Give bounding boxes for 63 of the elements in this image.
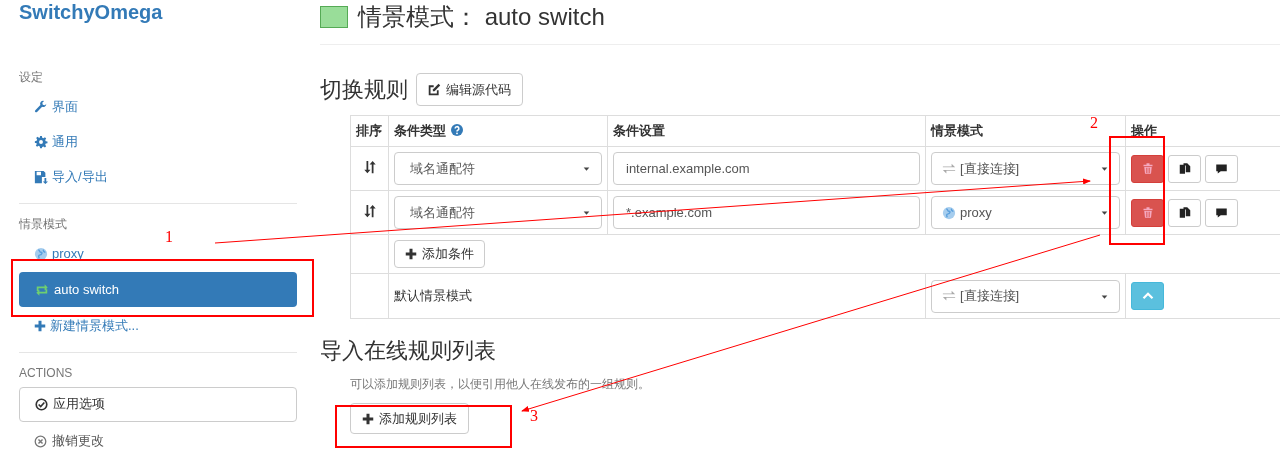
profile-color-icon bbox=[320, 6, 348, 28]
default-profile-label: 默认情景模式 bbox=[394, 288, 472, 303]
plus-icon bbox=[362, 412, 374, 425]
annotation-number: 3 bbox=[530, 407, 538, 425]
sidebar-item[interactable]: 导入/导出 bbox=[19, 159, 118, 195]
globe-icon bbox=[942, 205, 956, 220]
clone-button[interactable] bbox=[1168, 154, 1201, 183]
column-header: 情景模式 bbox=[931, 123, 983, 138]
clone-button[interactable] bbox=[1168, 198, 1201, 227]
delete-button[interactable] bbox=[1131, 154, 1164, 183]
help-icon bbox=[451, 124, 463, 136]
sidebar-item[interactable]: 新建情景模式... bbox=[19, 308, 149, 344]
app-logo: SwitchyOmega bbox=[19, 0, 164, 25]
close-circle-icon bbox=[34, 434, 47, 448]
plus-icon bbox=[405, 248, 417, 260]
column-header: 条件设置 bbox=[613, 123, 665, 138]
drag-handle-icon[interactable] bbox=[362, 204, 377, 218]
caret-icon bbox=[1100, 208, 1109, 217]
note-button[interactable] bbox=[1205, 198, 1238, 227]
check-circle-icon bbox=[35, 397, 48, 411]
sidebar-item[interactable]: 通用 bbox=[19, 124, 88, 160]
column-header: 操作 bbox=[1131, 123, 1157, 138]
sidebar-item[interactable]: 界面 bbox=[19, 89, 88, 125]
caret-icon bbox=[582, 164, 591, 173]
trash-icon bbox=[1141, 162, 1154, 175]
copy-icon bbox=[1178, 162, 1191, 175]
trash-icon bbox=[1141, 206, 1154, 219]
column-header: 排序 bbox=[356, 123, 382, 138]
add-rule-list-button[interactable]: 添加规则列表 bbox=[350, 403, 469, 434]
repeat-icon bbox=[34, 282, 50, 297]
comment-icon bbox=[1215, 206, 1228, 219]
section-heading: 情景模式 bbox=[19, 215, 68, 233]
comment-icon bbox=[1215, 162, 1228, 175]
condition-input[interactable]: internal.example.com bbox=[613, 152, 920, 185]
annotation-number: 1 bbox=[165, 228, 173, 246]
copy-icon bbox=[1178, 206, 1191, 219]
caret-icon bbox=[1100, 164, 1109, 173]
section-title: 切换规则 bbox=[320, 75, 408, 104]
profile-select[interactable]: [直接连接] bbox=[931, 152, 1120, 185]
edit-source-button[interactable]: 编辑源代码 bbox=[416, 73, 523, 106]
condition-type-select[interactable]: 域名通配符 bbox=[394, 196, 602, 229]
condition-type-select[interactable]: 域名通配符 bbox=[394, 152, 602, 185]
plus-icon bbox=[34, 319, 46, 332]
column-header: 条件类型 bbox=[394, 123, 446, 138]
note-button[interactable] bbox=[1205, 154, 1238, 183]
apply-button[interactable]: 应用选项 bbox=[19, 386, 297, 422]
section-heading: 设定 bbox=[19, 69, 44, 87]
caret-icon bbox=[582, 208, 591, 217]
wrench-icon bbox=[34, 100, 48, 114]
profile-select[interactable]: proxy bbox=[931, 196, 1120, 229]
add-condition-button[interactable]: 添加条件 bbox=[394, 240, 485, 268]
section-heading: ACTIONS bbox=[19, 364, 74, 382]
page-title: 情景模式： auto switch bbox=[358, 2, 605, 32]
sidebar-item[interactable]: auto switch bbox=[19, 272, 297, 308]
chevron-up-icon bbox=[1141, 290, 1154, 302]
profile-select[interactable]: [直接连接] bbox=[931, 279, 1120, 313]
edit-icon bbox=[428, 83, 441, 96]
drag-handle-icon[interactable] bbox=[362, 160, 377, 174]
annotation-number: 2 bbox=[1090, 114, 1098, 132]
delete-button[interactable] bbox=[1131, 198, 1164, 227]
globe-icon bbox=[34, 246, 48, 261]
gear-icon bbox=[34, 135, 48, 150]
section-title: 导入在线规则列表 bbox=[320, 337, 497, 365]
